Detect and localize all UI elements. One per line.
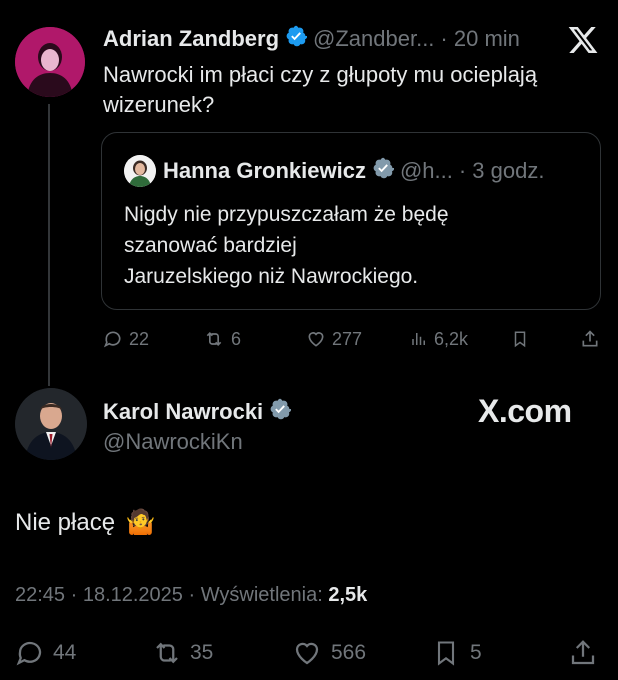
top-tweet-text-line: Nawrocki im płaci czy z głupoty mu ociep… — [103, 62, 538, 87]
tweet-time[interactable]: · 20 min — [440, 26, 519, 52]
main-tweet-header: Karol Nawrocki — [103, 397, 292, 427]
watermark: X.com — [478, 393, 572, 429]
main-bookmark-button[interactable]: 5 — [432, 638, 482, 668]
reply-icon — [16, 641, 42, 666]
verified-badge-icon — [285, 25, 308, 53]
share-icon — [582, 330, 598, 347]
x-logo-icon — [567, 24, 599, 56]
bookmark-button[interactable] — [511, 328, 529, 350]
like-button[interactable]: 277 — [306, 328, 362, 350]
avatar-hanna-gronkiewicz[interactable] — [124, 155, 156, 187]
main-share-button[interactable] — [568, 638, 598, 668]
quote-author-name: Hanna Gronkiewicz — [163, 158, 366, 183]
top-tweet-text: Nawrocki im płaci czy z głupoty mu ociep… — [103, 60, 593, 120]
quote-time: · 3 godz. — [458, 158, 545, 183]
main-tweet-text: Nie płacę 🤷 — [15, 506, 156, 540]
main-author-name[interactable]: Karol Nawrocki — [103, 399, 263, 425]
quote-text-line: Jaruzelskiego niż Nawrockiego. — [124, 265, 419, 288]
reply-icon — [103, 331, 121, 348]
quote-text-line: Nigdy nie przypuszczałam że będę — [124, 203, 449, 226]
top-tweet-header: Adrian Zandberg @Zandber... · 20 min — [103, 24, 520, 54]
heart-icon — [295, 642, 319, 665]
repost-icon — [156, 642, 178, 664]
repost-button[interactable]: 6 — [203, 328, 241, 350]
bookmark-icon — [437, 641, 455, 666]
main-reply-count: 44 — [53, 641, 77, 664]
avatar-karol-nawrocki[interactable] — [15, 388, 87, 460]
like-count: 277 — [332, 328, 363, 349]
thread-line — [48, 104, 50, 386]
heart-icon — [308, 332, 324, 347]
views-total[interactable]: 2,5k — [328, 584, 367, 606]
shrug-emoji: 🤷 — [125, 509, 156, 536]
avatar-adrian-zandberg[interactable] — [15, 27, 85, 97]
main-bookmark-count: 5 — [470, 641, 482, 664]
quote-author-handle: @h... — [399, 158, 453, 183]
verified-gray-badge-icon — [372, 157, 395, 185]
timestamp[interactable]: 22:45 · 18.12.2025 · Wyświetlenia: — [15, 584, 323, 606]
views-chart-icon — [412, 333, 425, 345]
repost-count: 6 — [231, 328, 242, 349]
tweet-meta: 22:45 · 18.12.2025 · Wyświetlenia: 2,5k — [15, 584, 367, 607]
main-author-handle[interactable]: @NawrockiKn — [103, 428, 243, 456]
views-button[interactable]: 6,2k — [410, 328, 468, 350]
share-icon — [571, 640, 595, 665]
main-like-count: 566 — [331, 641, 367, 664]
main-reply-button[interactable]: 44 — [15, 638, 76, 668]
views-count: 6,2k — [434, 328, 469, 349]
author-handle[interactable]: @Zandber... — [313, 26, 434, 52]
share-button[interactable] — [580, 328, 600, 350]
main-repost-button[interactable]: 35 — [150, 638, 213, 668]
reply-count: 22 — [129, 328, 150, 349]
verified-gray-badge-icon — [269, 398, 292, 426]
main-like-button[interactable]: 566 — [291, 638, 366, 668]
quote-text-line: szanować bardziej — [124, 234, 297, 257]
main-repost-count: 35 — [190, 641, 214, 664]
main-tweet-text-content: Nie płacę — [15, 509, 116, 536]
top-tweet-text-line: wizerunek? — [103, 92, 215, 117]
quote-header: Hanna Gronkiewicz @h... · 3 godz. — [163, 157, 544, 185]
reply-button[interactable]: 22 — [103, 328, 149, 350]
bookmark-icon — [514, 331, 526, 348]
author-name[interactable]: Adrian Zandberg — [103, 26, 279, 52]
repost-icon — [206, 331, 222, 347]
quote-text: Nigdy nie przypuszczałam że będę szanowa… — [124, 199, 584, 292]
